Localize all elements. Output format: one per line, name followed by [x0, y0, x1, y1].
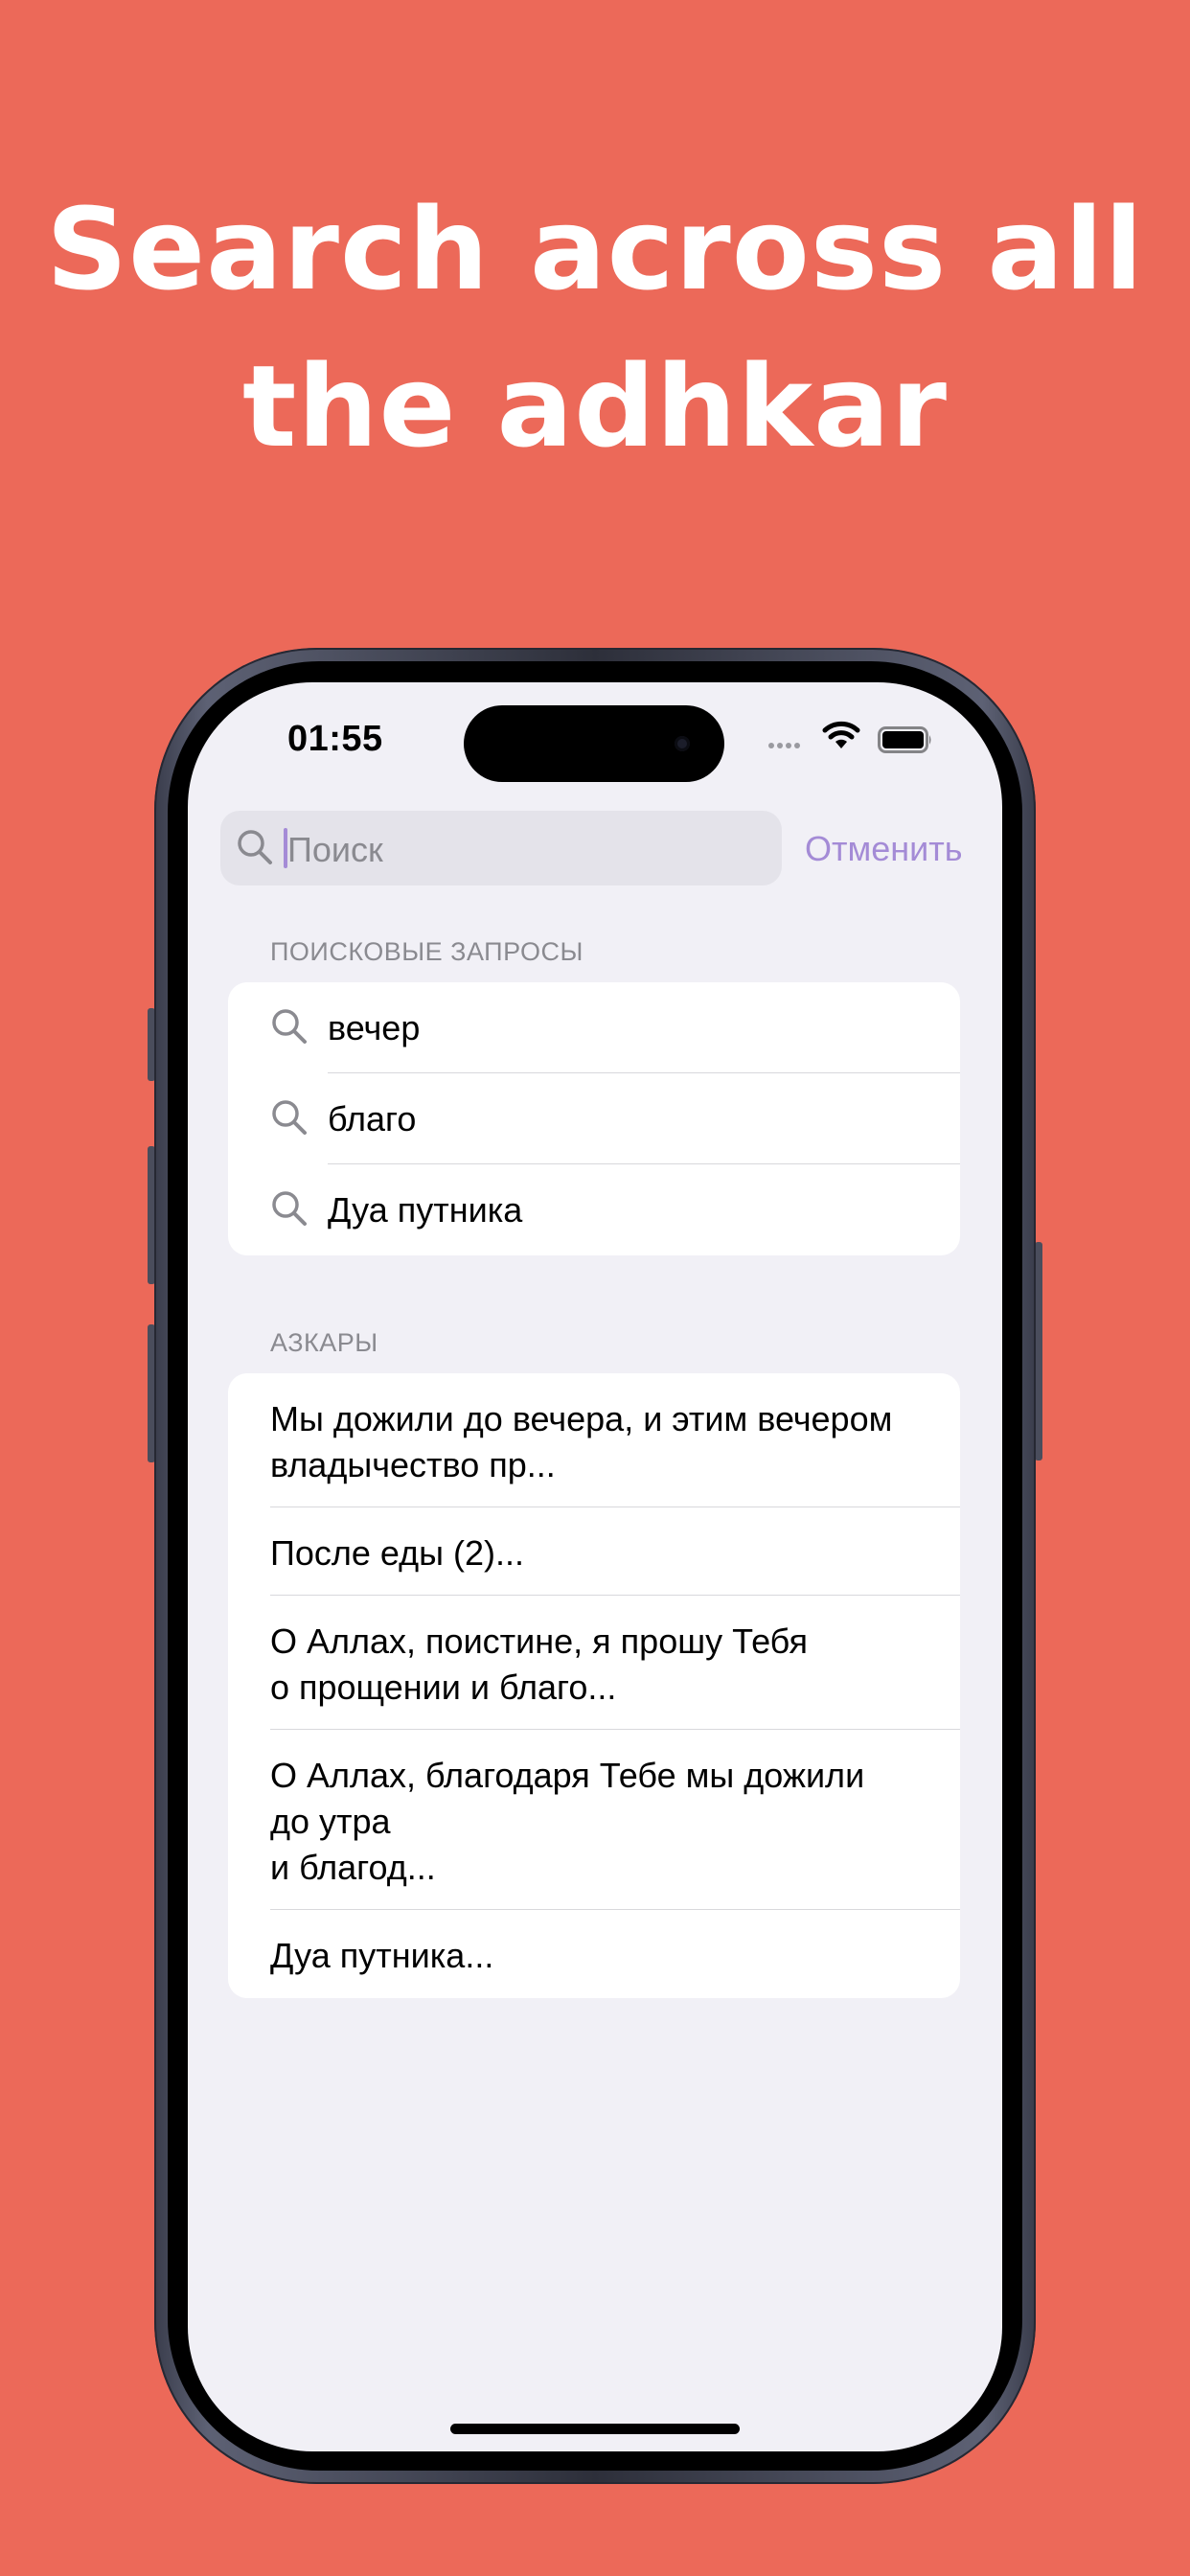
adhkar-result-item[interactable]: О Аллах, поистине, я прошу Тебя о прощен… [228, 1596, 960, 1730]
phone-screen: 01:55 Поиск Отменить ПОИСКОВЫЕ ЗАПРОСЫ в… [188, 682, 1002, 2451]
status-time: 01:55 [287, 719, 383, 759]
adhkar-result-item[interactable]: Мы дожили до вечера, и этим вечером влад… [228, 1373, 960, 1507]
search-placeholder: Поиск [287, 830, 383, 869]
recent-search-label: вечер [328, 1008, 421, 1047]
headline-line-1: Search across all [46, 183, 1144, 315]
adhkar-header: АЗКАРЫ [270, 1328, 378, 1357]
adhkar-result-item[interactable]: Дуа путника... [228, 1910, 960, 1998]
recent-search-label: Дуа путника [328, 1190, 523, 1230]
front-camera-icon [675, 736, 690, 751]
adhkar-result-item[interactable]: После еды (2)... [228, 1507, 960, 1596]
wifi-icon [822, 721, 860, 748]
recent-search-item[interactable]: Дуа путника [228, 1164, 960, 1255]
recent-search-item[interactable]: вечер [228, 982, 960, 1073]
recent-searches-header: ПОИСКОВЫЕ ЗАПРОСЫ [270, 937, 584, 966]
recent-searches-list: вечер благо Дуа путника [228, 982, 960, 1255]
adhkar-result-item[interactable]: О Аллах, благодаря Тебе мы дожили до утр… [228, 1730, 960, 1910]
dynamic-island [464, 705, 724, 782]
search-icon [272, 1191, 307, 1226]
battery-icon [878, 726, 931, 753]
adhkar-list: Мы дожили до вечера, и этим вечером влад… [228, 1373, 960, 1998]
recent-search-item[interactable]: благо [228, 1073, 960, 1164]
search-icon [272, 1009, 307, 1044]
search-field[interactable]: Поиск [220, 811, 782, 886]
headline-line-2: the adhkar [242, 340, 948, 472]
promo-headline: Search across all the adhkar [0, 171, 1190, 485]
search-icon [238, 830, 272, 864]
phone-power-button [1035, 1242, 1042, 1460]
status-indicators [768, 721, 931, 759]
cancel-button[interactable]: Отменить [805, 829, 963, 869]
recent-search-label: благо [328, 1099, 417, 1138]
cellular-dots-icon [768, 736, 803, 753]
home-indicator[interactable] [450, 2424, 740, 2434]
search-icon [272, 1100, 307, 1135]
